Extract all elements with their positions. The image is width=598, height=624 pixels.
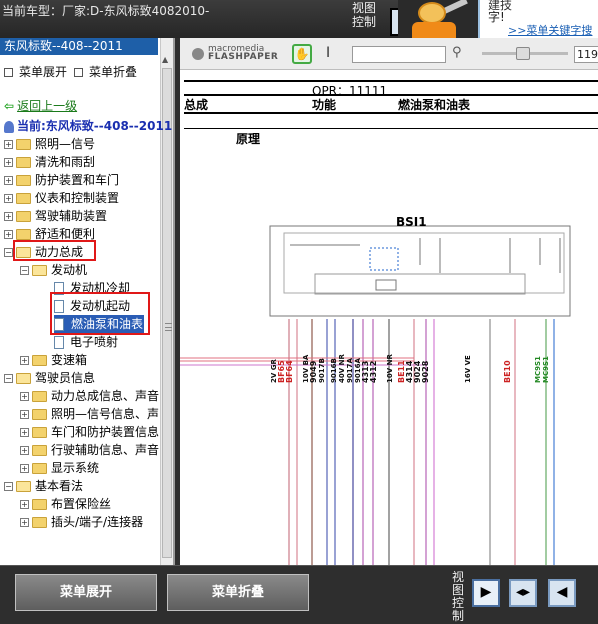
wire-label: 10V NR: [386, 354, 394, 383]
wire-label: 40V NR: [338, 354, 346, 383]
tree-item-lighting-info[interactable]: + 照明—信号信息、声: [20, 405, 159, 423]
wire-label: 9016B: [330, 358, 338, 383]
search-icon[interactable]: ⚲: [452, 45, 462, 60]
col-function: 功能: [312, 98, 337, 112]
col-title: 燃油泵和油表: [398, 98, 471, 112]
flashpaper-toolbar: macromedia FLASHPAPER ✋ I ⚲ 119: [180, 38, 598, 70]
zoom-level-field[interactable]: 119: [574, 46, 598, 63]
location-pin-icon: [4, 120, 14, 133]
bottom-expand-button[interactable]: 菜单展开: [15, 574, 157, 611]
collapse-menu-button[interactable]: 菜单折叠: [74, 63, 137, 80]
logo-bottom-text: FLASHPAPER: [208, 52, 279, 62]
tree-item-washer[interactable]: + 清洗和雨刮: [4, 153, 95, 171]
document-page: OPR：11111 总成 功能 燃油泵和油表 原理 2V GR BF65 BF6…: [180, 70, 598, 565]
wire-label: 9017A: [346, 358, 354, 383]
tree-item-engine[interactable]: − 发动机: [20, 261, 87, 279]
tree-item-fuse-layout[interactable]: + 布置保险丝: [20, 495, 111, 513]
bottom-bar: 菜单展开 菜单折叠 视图控制 ▶ ◂▸ ◀: [0, 565, 598, 624]
zoom-slider-thumb[interactable]: [516, 47, 530, 60]
wire-label: MC9S1: [534, 356, 542, 383]
wire-label: 9017B: [318, 358, 326, 383]
find-input[interactable]: [352, 46, 446, 63]
tree-item-engine-cooling[interactable]: 发动机冷却: [54, 279, 130, 297]
flashpaper-logo: macromedia FLASHPAPER: [192, 44, 296, 64]
bottom-collapse-button[interactable]: 菜单折叠: [167, 574, 309, 611]
tree-item-driving-aid-info[interactable]: + 行驶辅助信息、声音: [20, 441, 159, 459]
text-select-icon[interactable]: I: [326, 45, 330, 61]
tree-item-basics[interactable]: − 基本看法: [4, 477, 83, 495]
grip-icon: [165, 323, 172, 331]
expand-menu-label: 菜单展开: [19, 65, 68, 79]
tree-item-powertrain[interactable]: − 动力总成: [4, 243, 83, 261]
wire-label: BE10: [503, 360, 512, 383]
ad-text-2: 字!: [488, 10, 505, 24]
mascot-icon: [398, 0, 478, 38]
tree-item-door-info[interactable]: + 车门和防护装置信息: [20, 423, 159, 441]
tree-item-instruments[interactable]: + 仪表和控制装置: [4, 189, 119, 207]
expand-menu-button[interactable]: 菜单展开: [4, 63, 67, 80]
vehicle-title: 当前车型：厂家:D-东风标致4082010-: [2, 4, 210, 18]
scroll-thumb[interactable]: [162, 68, 172, 558]
tree-item-connectors[interactable]: + 插头/端子/连接器: [20, 513, 143, 531]
wire-label: MC9S1: [542, 356, 550, 383]
scroll-up-icon[interactable]: ▲: [162, 55, 168, 64]
tree-item-powertrain-info[interactable]: + 动力总成信息、声音: [20, 387, 159, 405]
sidebar: 东风标致--408--2011 ▲ 菜单展开 菜单折叠 ⇦ 返回上一级 当前:东风…: [0, 38, 175, 565]
flash-logo-icon: [192, 48, 204, 60]
collapse-menu-label: 菜单折叠: [89, 65, 138, 79]
tree-item-comfort[interactable]: + 舒适和便利: [4, 225, 95, 243]
tree-item-engine-start[interactable]: 发动机起动: [54, 297, 130, 315]
document-viewer: macromedia FLASHPAPER ✋ I ⚲ 119 OPR：1111…: [180, 38, 598, 565]
wiring-diagram: 2V GR BF65 BF64 10V BA 9049 9017B 9016B 40V NR 9…: [180, 225, 571, 565]
top-bar: 当前车型：厂家:D-东风标致4082010- 视图控制 建技 字! >>菜单关键…: [0, 0, 598, 38]
bsi-module-label: BSI1: [396, 215, 427, 229]
col-assembly: 总成: [184, 98, 209, 112]
expand-icon: [4, 68, 13, 77]
collapse-icon: [74, 68, 83, 77]
wire-label: 9049: [309, 360, 318, 383]
view-control-label: 视图控制: [352, 1, 377, 29]
show-content-button[interactable]: ▶: [472, 579, 500, 607]
hand-tool-icon[interactable]: ✋: [292, 44, 312, 64]
current-location: 当前:东风标致--408--2011: [4, 117, 172, 134]
current-location-label: 当前:东风标致--408--2011: [17, 119, 173, 133]
wire-label: 9028: [421, 360, 430, 383]
menu-keyword-search-link[interactable]: >>菜单关键字搜: [508, 22, 592, 38]
tree-item-driver-info[interactable]: − 驾驶员信息: [4, 369, 95, 387]
back-label: 返回上一级: [17, 99, 78, 113]
show-menu-button[interactable]: ◀: [548, 579, 576, 607]
tree-item-lighting[interactable]: + 照明—信号: [4, 135, 95, 153]
back-link[interactable]: ⇦ 返回上一级: [4, 97, 77, 114]
tree-item-gearbox[interactable]: + 变速箱: [20, 351, 87, 369]
tree-item-driving-aid[interactable]: + 驾驶辅助装置: [4, 207, 107, 225]
search-ad-panel: 建技 字! >>菜单关键字搜: [478, 0, 598, 38]
tree-item-fuel-pump[interactable]: 燃油泵和油表: [54, 315, 145, 333]
split-view-button[interactable]: ◂▸: [509, 579, 537, 607]
tree-item-injection[interactable]: 电子喷射: [54, 333, 118, 351]
wire-label: BF64: [285, 360, 294, 383]
sidebar-header: 东风标致--408--2011: [0, 38, 158, 55]
tree-item-protection[interactable]: + 防护装置和车门: [4, 171, 119, 189]
wire-label: 4312: [369, 361, 378, 383]
app-window: 当前车型：厂家:D-东风标致4082010- 视图控制 建技 字! >>菜单关键…: [0, 0, 598, 624]
bottom-view-control-label: 视图控制: [452, 570, 465, 623]
wire-label: 16V VE: [464, 355, 472, 383]
back-arrow-icon: ⇦: [4, 99, 15, 113]
tree-item-display[interactable]: + 显示系统: [20, 459, 99, 477]
